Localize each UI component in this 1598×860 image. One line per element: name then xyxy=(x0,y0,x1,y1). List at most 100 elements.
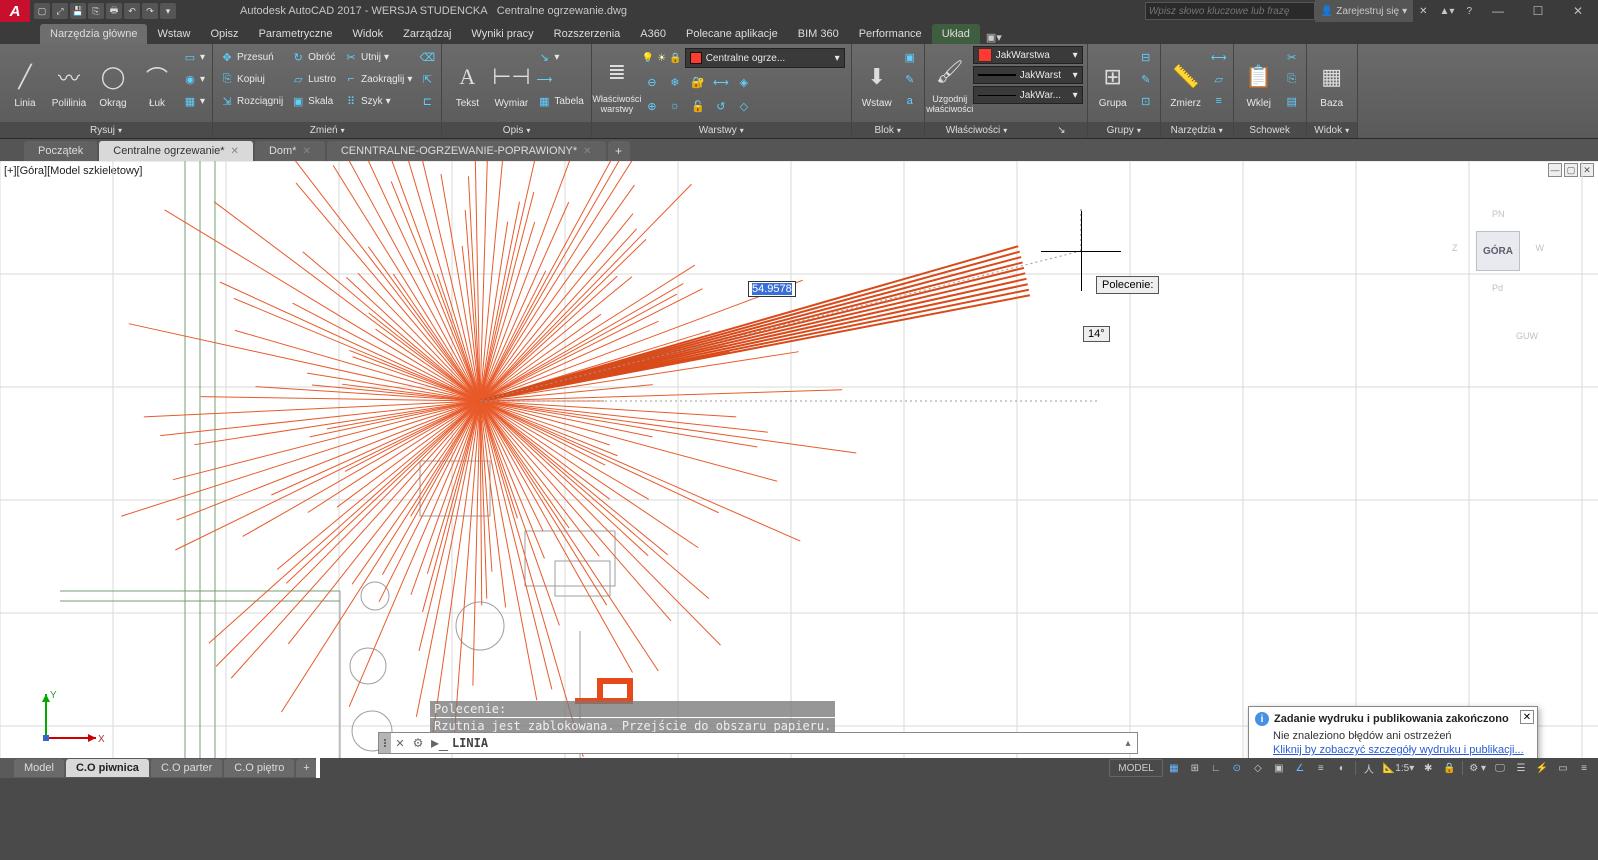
cmdline-close-icon[interactable]: ✕ xyxy=(391,737,409,750)
status-annovis-icon[interactable]: ✱ xyxy=(1418,759,1438,777)
status-annoscale-icon[interactable]: 人 xyxy=(1359,759,1379,777)
qat-undo-icon[interactable]: ↶ xyxy=(124,3,140,19)
status-workspace-icon[interactable]: ⚙ ▾ xyxy=(1466,759,1489,777)
color-combo[interactable]: JakWarstwa▾ xyxy=(973,46,1083,64)
status-hardware-icon[interactable]: ⚡ xyxy=(1532,759,1552,777)
window-minimize-button[interactable]: — xyxy=(1478,0,1518,22)
layout-tab-co-piwnica[interactable]: C.O piwnica xyxy=(66,759,149,777)
list-button[interactable]: ≡ xyxy=(1209,90,1229,112)
help-search-input[interactable] xyxy=(1145,2,1315,20)
layer-properties-button[interactable]: ≣Właściwości warstwy xyxy=(596,46,638,120)
a360-button[interactable]: ▲▾ xyxy=(1434,0,1461,22)
copyclip-button[interactable]: ⎘ xyxy=(1282,68,1302,90)
ungroup-button[interactable]: ⊟ xyxy=(1136,46,1156,68)
viewcube-south[interactable]: Pd xyxy=(1492,283,1503,293)
status-autoscale-icon[interactable]: 🔒 xyxy=(1439,759,1459,777)
status-lweight-icon[interactable]: ≡ xyxy=(1311,759,1331,777)
qat-save-icon[interactable]: 💾 xyxy=(70,3,86,19)
base-view-button[interactable]: ▦Baza xyxy=(1311,46,1353,120)
ribbon-tab-polecane-aplikacje[interactable]: Polecane aplikacje xyxy=(676,24,788,44)
scale-button[interactable]: ▣Skala xyxy=(288,90,339,112)
status-grid-icon[interactable]: ▦ xyxy=(1164,759,1184,777)
status-transparency-icon[interactable]: ◐ xyxy=(1332,759,1352,777)
qat-open-icon[interactable]: ⤢ xyxy=(52,3,68,19)
viewcube-north[interactable]: PN xyxy=(1492,209,1505,219)
rectangle-button[interactable]: ▭▾ xyxy=(180,46,208,68)
qat-saveas-icon[interactable]: ⎘ xyxy=(88,3,104,19)
current-layer-combo[interactable]: Centralne ogrze...▾ xyxy=(685,48,845,68)
edit-block-button[interactable]: ✎ xyxy=(900,68,920,90)
group-edit-button[interactable]: ✎ xyxy=(1136,68,1156,90)
layer-prev-button[interactable]: ↺ xyxy=(711,95,731,117)
close-icon[interactable]: ✕ xyxy=(302,146,310,157)
lightbulb-icon[interactable]: 💡 xyxy=(642,53,654,64)
help-button[interactable]: ? xyxy=(1460,0,1478,22)
insert-block-button[interactable]: ⬇Wstaw xyxy=(856,46,898,120)
group-button[interactable]: ⊞Grupa xyxy=(1092,46,1134,120)
layer-unlock-button[interactable]: 🔓 xyxy=(688,95,708,117)
drawing-area[interactable]: [+][Góra][Model szkieletowy] — ▢ ✕ 54.95… xyxy=(0,161,1598,778)
add-layout-tab-button[interactable]: + xyxy=(296,759,316,777)
layer-lock-button[interactable]: 🔐 xyxy=(688,71,708,93)
layer-off-button[interactable]: ⊖ xyxy=(642,71,662,93)
ribbon-minimize-icon[interactable]: ▣▾ xyxy=(980,31,1008,44)
offset-button[interactable]: ⊏ xyxy=(417,90,437,112)
viewcube-top-face[interactable]: GÓRA xyxy=(1476,231,1520,271)
status-scale-button[interactable]: 📐 1:5 ▾ xyxy=(1380,759,1417,777)
qat-redo-icon[interactable]: ↷ xyxy=(142,3,158,19)
ribbon-tab-performance[interactable]: Performance xyxy=(849,24,932,44)
ribbon-tab-uklad[interactable]: Układ xyxy=(932,24,980,44)
status-customize-icon[interactable]: ≡ xyxy=(1574,759,1594,777)
area-button[interactable]: ▱ xyxy=(1209,68,1229,90)
status-cleanscreen-icon[interactable]: ▭ xyxy=(1553,759,1573,777)
layer-match-button[interactable]: ⟷ xyxy=(711,71,731,93)
qat-dropdown-icon[interactable]: ▾ xyxy=(160,3,176,19)
window-close-button[interactable]: ✕ xyxy=(1558,0,1598,22)
circle-button[interactable]: ◯Okrąg xyxy=(92,46,134,120)
viewcube[interactable]: PN Pd Z W GÓRA xyxy=(1458,211,1538,291)
linetype-combo[interactable]: JakWar...▾ xyxy=(973,86,1083,104)
copy-button[interactable]: ⎘Kopiuj xyxy=(217,68,286,90)
status-osnap-icon[interactable]: ◇ xyxy=(1248,759,1268,777)
layout-tab-co-pietro[interactable]: C.O piętro xyxy=(224,759,294,777)
ucs-icon[interactable]: X Y xyxy=(26,688,106,748)
ellipse-button[interactable]: ◉▾ xyxy=(180,68,208,90)
mleader-button[interactable]: ⟶ xyxy=(534,68,586,90)
layer-thaw-button[interactable]: ☼ xyxy=(665,95,685,117)
exchange-button[interactable]: ✕ xyxy=(1413,0,1433,22)
stretch-button[interactable]: ⇲Rozciągnij xyxy=(217,90,286,112)
polyline-button[interactable]: 〰Polilinia xyxy=(48,46,90,120)
file-tab-centralne-ogrzewanie[interactable]: Centralne ogrzewanie*✕ xyxy=(99,141,253,161)
ribbon-tab-wyniki-pracy[interactable]: Wyniki pracy xyxy=(461,24,543,44)
popup-details-link[interactable]: Kliknij by zobaczyć szczegóły wydruku i … xyxy=(1273,744,1531,756)
ribbon-tab-narzedzia-glowne[interactable]: Narzędzia główne xyxy=(40,24,147,44)
window-maximize-button[interactable]: ☐ xyxy=(1518,0,1558,22)
app-logo[interactable]: A xyxy=(0,0,30,22)
paste-button[interactable]: 📋Wklej xyxy=(1238,46,1280,120)
table-button[interactable]: ▦Tabela xyxy=(534,90,586,112)
close-icon[interactable]: ✕ xyxy=(231,146,239,157)
layer-freeze-button[interactable]: ❄ xyxy=(665,71,685,93)
layout-tab-model[interactable]: Model xyxy=(14,759,64,777)
explode-button[interactable]: ⇱ xyxy=(417,68,437,90)
ribbon-tab-a360[interactable]: A360 xyxy=(630,24,676,44)
ribbon-tab-widok[interactable]: Widok xyxy=(343,24,394,44)
dimension-button[interactable]: ⊢⊣Wymiar xyxy=(490,46,532,120)
dist-button[interactable]: ⟷ xyxy=(1209,46,1229,68)
status-space-button[interactable]: MODEL xyxy=(1109,759,1163,777)
qat-plot-icon[interactable]: 🖶 xyxy=(106,3,122,19)
viewcube-guw[interactable]: GUW xyxy=(1516,331,1538,341)
add-file-tab-button[interactable]: + xyxy=(608,141,630,161)
layer-uniso-button[interactable]: ◇ xyxy=(734,95,754,117)
sun-icon[interactable]: ☀ xyxy=(657,53,666,64)
ribbon-tab-zarzadzaj[interactable]: Zarządzaj xyxy=(393,24,461,44)
file-tab-cenntralne-poprawiony[interactable]: CENNTRALNE-OGRZEWANIE-POPRAWIONY*✕ xyxy=(327,141,606,161)
status-polar-icon[interactable]: ⊙ xyxy=(1227,759,1247,777)
ribbon-tab-parametryczne[interactable]: Parametryczne xyxy=(249,24,343,44)
cmdline-history-icon[interactable]: ▴ xyxy=(1119,738,1137,749)
create-block-button[interactable]: ▣ xyxy=(900,46,920,68)
ribbon-tab-bim360[interactable]: BIM 360 xyxy=(788,24,849,44)
status-otrack-icon[interactable]: ∠ xyxy=(1290,759,1310,777)
file-tab-start[interactable]: Początek xyxy=(24,141,97,161)
cut-button[interactable]: ✂ xyxy=(1282,46,1302,68)
